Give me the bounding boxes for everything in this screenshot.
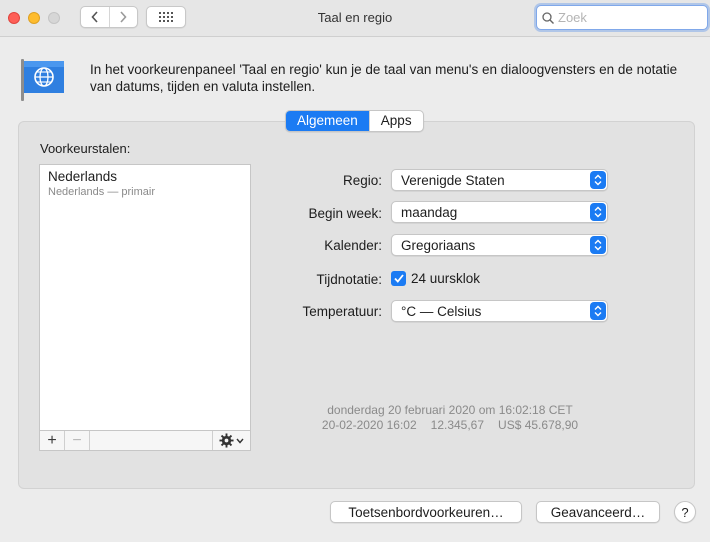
back-button[interactable] bbox=[81, 7, 109, 27]
gear-icon bbox=[219, 433, 234, 448]
updown-arrows-icon bbox=[590, 171, 606, 189]
chevron-down-icon bbox=[236, 438, 244, 444]
chevron-right-icon bbox=[120, 11, 127, 23]
region-popup[interactable]: Verenigde Staten bbox=[391, 169, 608, 191]
minimize-window-button[interactable] bbox=[28, 12, 40, 24]
first-day-label: Begin week: bbox=[308, 206, 382, 221]
sample-number: 12.345,67 bbox=[430, 418, 485, 432]
checkmark-icon[interactable] bbox=[391, 271, 406, 286]
updown-arrows-icon bbox=[590, 236, 606, 254]
tab-bar: Algemeen Apps bbox=[285, 110, 424, 132]
temperature-popup[interactable]: °C — Celsius bbox=[391, 300, 608, 322]
forward-button[interactable] bbox=[108, 7, 138, 27]
sample-date-short: 20-02-2020 16:02 bbox=[321, 418, 417, 432]
region-value: Verenigde Staten bbox=[401, 172, 505, 188]
intro-text: In het voorkeurenpaneel 'Taal en regio' … bbox=[90, 62, 678, 94]
help-button[interactable]: ? bbox=[674, 501, 696, 523]
sample-date-long: donderdag 20 februari 2020 om 16:02:18 C… bbox=[327, 403, 573, 417]
updown-arrows-icon bbox=[590, 302, 606, 320]
advanced-button[interactable]: Geavanceerd… bbox=[536, 501, 660, 523]
globe-flag-icon bbox=[20, 57, 68, 104]
chevron-left-icon bbox=[91, 11, 98, 23]
tab-algemeen[interactable]: Algemeen bbox=[286, 111, 369, 131]
search-input[interactable] bbox=[558, 10, 698, 25]
calendar-label: Kalender: bbox=[324, 238, 382, 253]
show-all-button[interactable] bbox=[146, 6, 186, 28]
temperature-value: °C — Celsius bbox=[401, 303, 482, 319]
search-icon bbox=[542, 11, 554, 24]
first-day-popup[interactable]: maandag bbox=[391, 201, 608, 223]
calendar-value: Gregoriaans bbox=[401, 237, 476, 253]
language-list[interactable]: Nederlands Nederlands — primair bbox=[39, 164, 251, 431]
remove-language-button[interactable]: − bbox=[65, 431, 90, 450]
first-day-value: maandag bbox=[401, 204, 458, 220]
language-subtitle: Nederlands — primair bbox=[48, 186, 155, 198]
time-format-label: Tijdnotatie: bbox=[316, 272, 382, 287]
updown-arrows-icon bbox=[590, 203, 606, 221]
region-label: Regio: bbox=[342, 173, 382, 188]
24-hour-clock-checkbox[interactable]: 24 uursklok bbox=[391, 271, 480, 286]
language-list-toolbar: + − bbox=[39, 430, 251, 451]
calendar-popup[interactable]: Gregoriaans bbox=[391, 234, 608, 256]
grid-icon bbox=[159, 12, 173, 22]
navigation-buttons bbox=[80, 6, 138, 28]
tab-apps[interactable]: Apps bbox=[368, 111, 423, 131]
temperature-label: Temperatuur: bbox=[302, 304, 382, 319]
search-field[interactable] bbox=[536, 5, 708, 30]
language-name: Nederlands bbox=[48, 169, 118, 184]
add-language-button[interactable]: + bbox=[40, 431, 65, 450]
sample-formats: 20-02-2020 16:02 12.345,67 US$ 45.678,90 bbox=[290, 418, 610, 432]
keyboard-preferences-button[interactable]: Toetsenbordvoorkeuren… bbox=[330, 501, 522, 523]
sample-currency: US$ 45.678,90 bbox=[498, 418, 579, 432]
title-bar: Taal en regio bbox=[0, 0, 710, 37]
close-window-button[interactable] bbox=[8, 12, 20, 24]
preferred-languages-label: Voorkeurstalen: bbox=[40, 141, 131, 156]
24-hour-clock-label: 24 uursklok bbox=[411, 271, 481, 286]
action-menu-button[interactable] bbox=[213, 431, 250, 450]
zoom-window-button[interactable] bbox=[48, 12, 60, 24]
list-item[interactable]: Nederlands Nederlands — primair bbox=[40, 165, 250, 203]
